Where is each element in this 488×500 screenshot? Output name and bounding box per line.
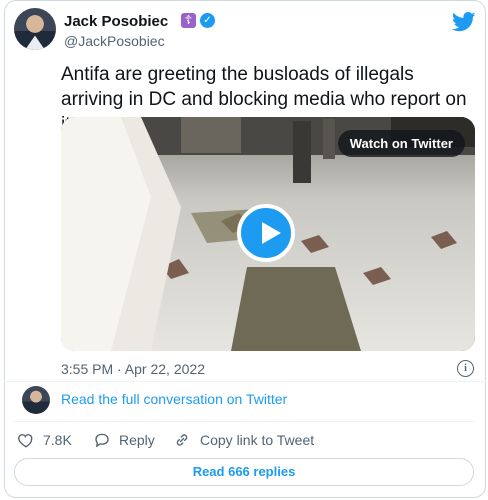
copy-link-label[interactable]: Copy link to Tweet [200,432,314,448]
tweet-timestamp[interactable]: 3:55 PM · Apr 22, 2022 [61,361,205,377]
divider [4,381,486,382]
author-handle[interactable]: @JackPosobiec [64,33,165,49]
read-replies-button[interactable]: Read 666 replies [14,458,474,486]
heart-icon[interactable] [17,431,35,449]
verified-icon: ✓ [200,13,215,28]
video-thumbnail[interactable]: Watch on Twitter [61,117,475,351]
author-avatar[interactable] [14,8,56,50]
link-icon[interactable] [173,431,191,449]
reply-icon[interactable] [93,431,111,449]
read-conversation-link[interactable]: Read the full conversation on Twitter [61,391,287,407]
orthodox-cross-icon: ☦ [181,13,196,28]
conversation-avatar[interactable] [22,386,50,414]
like-count[interactable]: 7.8K [43,432,72,448]
play-icon[interactable] [237,204,295,262]
reply-label[interactable]: Reply [119,432,155,448]
watch-on-twitter-badge[interactable]: Watch on Twitter [337,130,465,157]
divider [14,421,474,422]
info-icon[interactable]: i [457,360,474,377]
twitter-logo-icon[interactable] [452,12,476,32]
author-name[interactable]: Jack Posobiec [64,13,168,30]
